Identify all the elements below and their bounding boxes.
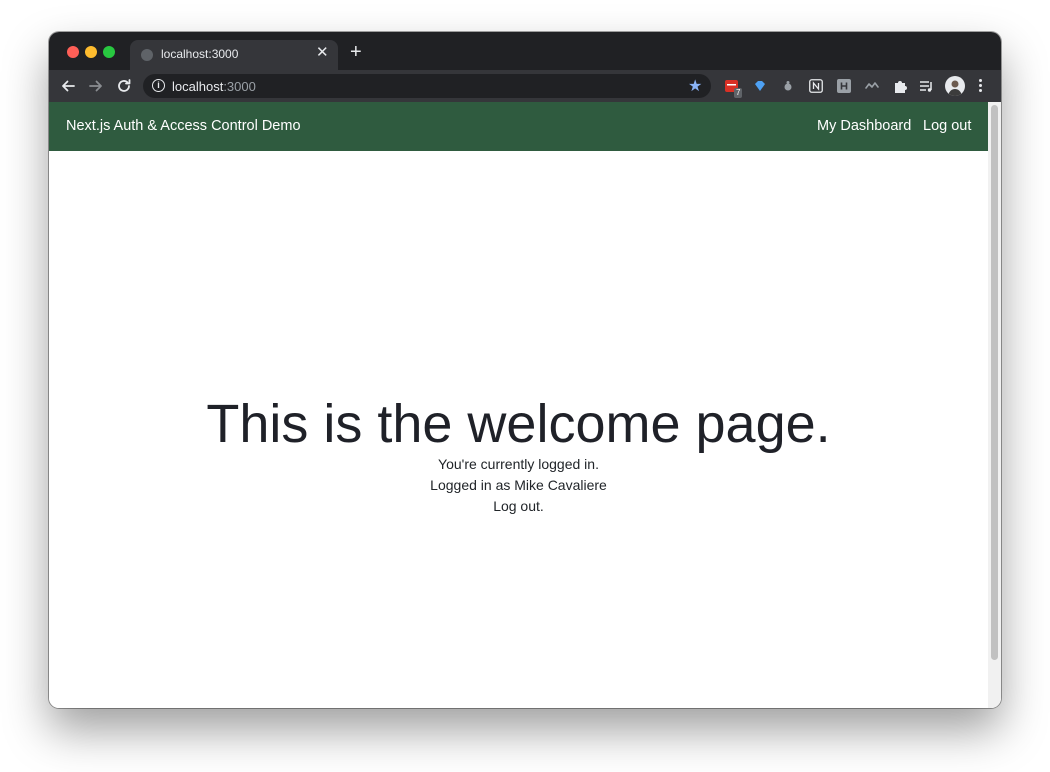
h-extension-icon[interactable] (837, 79, 851, 93)
puzzle-extension-icon[interactable] (781, 79, 795, 93)
gem-extension-icon[interactable] (753, 79, 767, 93)
back-arrow-icon[interactable] (58, 76, 78, 96)
calendar-extension-icon[interactable]: 7 (725, 79, 743, 98)
notion-icon[interactable] (809, 79, 823, 93)
logged-in-user-text: Logged in as Mike Cavaliere (430, 477, 607, 493)
minimize-window-button[interactable] (85, 46, 97, 58)
close-tab-icon[interactable]: ✕ (316, 45, 329, 60)
browser-toolbar: i localhost:3000 ★ 7 (49, 70, 1001, 102)
extension-badge: 7 (734, 88, 743, 98)
page-viewport: Next.js Auth & Access Control Demo My Da… (49, 102, 1001, 708)
site-info-icon[interactable]: i (152, 79, 165, 92)
browser-window: localhost:3000 ✕ + i localhost:3000 ★ 7 (49, 32, 1001, 708)
dashboard-link[interactable]: My Dashboard (817, 118, 911, 134)
tab-strip: localhost:3000 ✕ + (49, 32, 1001, 70)
url-host: localhost (172, 79, 224, 94)
url-port: :3000 (223, 79, 256, 94)
url-text[interactable]: localhost:3000 (172, 79, 256, 94)
scrollbar-thumb[interactable] (991, 105, 998, 660)
vertical-scrollbar[interactable] (988, 102, 1001, 708)
tab-title: localhost:3000 (161, 47, 239, 61)
globe-icon (141, 49, 153, 61)
login-status-text: You're currently logged in. (438, 456, 599, 472)
browser-tab[interactable]: localhost:3000 ✕ (130, 40, 338, 70)
app-navbar: Next.js Auth & Access Control Demo My Da… (49, 102, 988, 151)
address-bar[interactable]: i localhost:3000 ★ (143, 74, 711, 98)
media-queue-icon[interactable] (919, 79, 933, 93)
logout-nav-link[interactable]: Log out (923, 118, 971, 134)
page-title: This is the welcome page. (206, 394, 831, 454)
bookmark-star-icon[interactable]: ★ (688, 76, 702, 96)
close-window-button[interactable] (67, 46, 79, 58)
profile-avatar[interactable] (945, 76, 965, 96)
brand-link[interactable]: Next.js Auth & Access Control Demo (66, 118, 301, 134)
extensions-icon[interactable] (893, 79, 907, 93)
wave-extension-icon[interactable] (865, 79, 879, 93)
logout-link[interactable]: Log out. (49, 496, 988, 517)
welcome-section: This is the welcome page. You're current… (49, 394, 988, 517)
new-tab-button[interactable]: + (350, 42, 362, 62)
browser-menu-icon[interactable] (979, 79, 983, 94)
zoom-window-button[interactable] (103, 46, 115, 58)
forward-arrow-icon[interactable] (86, 76, 106, 96)
reload-icon[interactable] (114, 76, 134, 96)
